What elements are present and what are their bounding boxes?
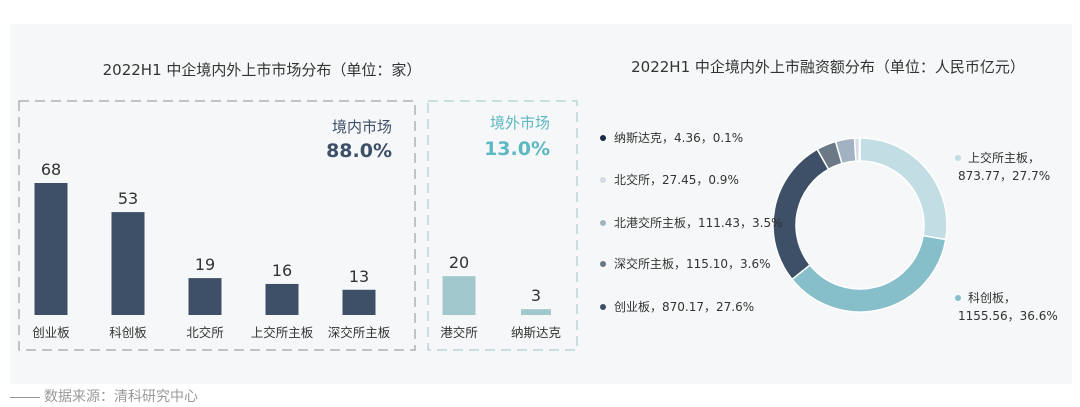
legend-marker <box>600 261 606 267</box>
bar-category-label: 创业板 <box>32 325 70 340</box>
legend-marker <box>600 135 606 141</box>
bar-value-label: 13 <box>349 267 369 286</box>
bar-value-label: 3 <box>531 286 541 305</box>
donut-slice <box>791 234 947 313</box>
legend-label: 纳斯达克，4.36，0.1% <box>614 131 743 145</box>
legend-value: 1155.56，36.6% <box>958 309 1058 323</box>
bar-category-label: 上交所主板 <box>251 325 314 340</box>
data-source: 数据来源：清科研究中心 <box>10 386 198 406</box>
source-text: 数据来源：清科研究中心 <box>44 389 198 405</box>
legend-label: 上交所主板， <box>968 150 1040 165</box>
bar <box>111 212 145 315</box>
overseas-group-label: 境外市场 <box>490 114 550 132</box>
donut-slice <box>772 148 830 281</box>
legend-marker <box>955 295 961 301</box>
legend-marker <box>955 155 961 161</box>
donut-slice <box>859 137 948 241</box>
bar-category-label: 科创板 <box>109 325 147 340</box>
legend-label: 北港交所主板，111.43，3.5% <box>614 215 782 230</box>
bar <box>342 289 376 315</box>
source-dash <box>10 396 40 398</box>
legend-marker <box>600 220 606 226</box>
bar <box>265 283 299 315</box>
legend-marker <box>600 177 606 183</box>
bar-value-label: 68 <box>41 160 61 179</box>
legend-label: 科创板， <box>968 291 1016 305</box>
donut-series <box>772 137 948 313</box>
bar <box>521 309 551 315</box>
legend-label: 创业板，870.17，27.6% <box>614 300 754 314</box>
bar-value-label: 16 <box>272 261 292 280</box>
chart-canvas: 2022H1 中企境内外上市市场分布（单位：家） 2022H1 中企境内外上市融… <box>18 58 1058 351</box>
legend-value: 873.77，27.7% <box>958 169 1050 183</box>
bar <box>34 183 68 315</box>
bar-category-label: 纳斯达克 <box>511 325 561 340</box>
legend-marker <box>600 304 606 310</box>
bar-category-label: 北交所 <box>186 325 224 340</box>
bar-chart-title: 2022H1 中企境内外上市市场分布（单位：家） <box>103 61 422 79</box>
bar <box>188 278 222 315</box>
bar-category-label: 深交所主板 <box>328 325 391 340</box>
bar-value-label: 53 <box>118 189 138 208</box>
legend-label: 北交所，27.45，0.9% <box>614 172 739 187</box>
domestic-group-share: 88.0% <box>326 140 392 162</box>
bar-category-label: 港交所 <box>440 325 478 340</box>
bar-value-label: 19 <box>195 255 215 274</box>
bar-value-label: 20 <box>449 253 469 272</box>
bar <box>442 276 476 315</box>
legend-label: 深交所主板，115.10，3.6% <box>614 256 770 271</box>
overseas-group-share: 13.0% <box>484 138 550 160</box>
pie-chart-title: 2022H1 中企境内外上市融资额分布（单位：人民币亿元） <box>631 58 1025 76</box>
donut-slice <box>858 137 861 162</box>
bar-series: 68 创业板 53 科创板 19 北交所 16 上交所主板 13 深交所主板 20 港交所 3 纳斯达克 <box>32 160 561 340</box>
domestic-group-label: 境内市场 <box>332 118 392 136</box>
